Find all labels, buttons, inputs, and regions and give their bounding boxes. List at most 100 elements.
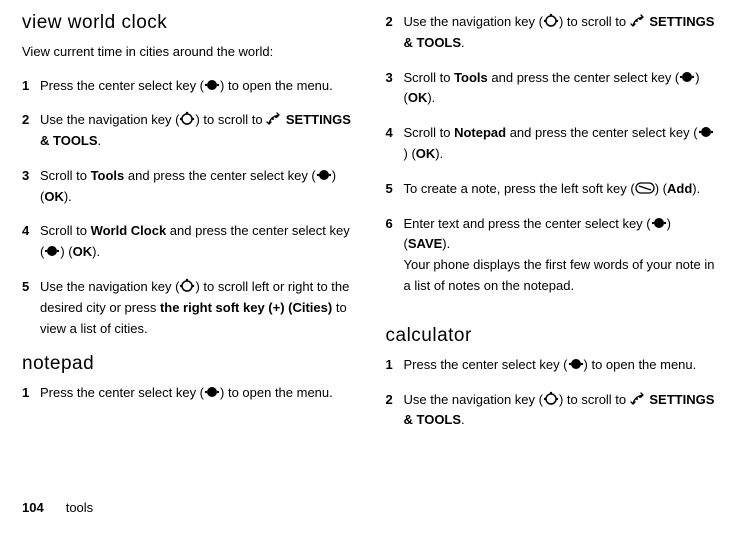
tools-label: Tools [91, 168, 125, 183]
text: ). [692, 181, 700, 196]
step-number: 5 [386, 179, 404, 200]
center-select-key-icon [44, 243, 60, 259]
text: ) to scroll to [559, 392, 630, 407]
step-number: 4 [22, 221, 40, 263]
text: and press the center select key ( [124, 168, 315, 183]
world-clock-step-1: 1 Press the center select key ( ) to open… [22, 76, 354, 97]
text: Press the center select key ( [40, 385, 204, 400]
text: Scroll to [40, 223, 91, 238]
left-soft-key-icon [635, 180, 655, 196]
text: Press the center select key ( [404, 357, 568, 372]
step-number: 3 [22, 166, 40, 208]
ok-label: OK [44, 189, 64, 204]
navigation-key-icon [179, 111, 195, 127]
step-number: 1 [386, 355, 404, 376]
notepad-label: Notepad [454, 125, 506, 140]
step-number: 1 [22, 383, 40, 404]
step-number: 2 [386, 12, 404, 54]
step-number: 2 [386, 390, 404, 432]
text: Use the navigation key ( [40, 279, 179, 294]
notepad-step-5: 5 To create a note, press the left soft … [386, 179, 718, 200]
right-column: 2 Use the navigation key () to scroll to… [386, 12, 718, 500]
step-number: 5 [22, 277, 40, 339]
text: . [461, 412, 465, 427]
ok-label: OK [416, 146, 436, 161]
notepad-step-4: 4 Scroll to Notepad and press the center… [386, 123, 718, 165]
navigation-key-icon [179, 278, 195, 294]
text: To create a note, press the left soft ke… [404, 181, 635, 196]
center-select-key-icon [679, 69, 695, 85]
save-label: SAVE [408, 236, 442, 251]
navigation-key-icon [543, 13, 559, 29]
text: Scroll to [404, 125, 455, 140]
center-select-key-icon [568, 356, 584, 372]
ok-label: OK [408, 90, 428, 105]
text: . [98, 133, 102, 148]
world-clock-step-4: 4 Scroll to World Clock and press the ce… [22, 221, 354, 263]
text: ). [64, 189, 72, 204]
step-body: Press the center select key () to open t… [404, 355, 718, 376]
text: ) to scroll to [195, 112, 266, 127]
calc-step-2: 2 Use the navigation key () to scroll to… [386, 390, 718, 432]
add-label: Add [667, 181, 692, 196]
navigation-key-icon [543, 391, 559, 407]
text: ). [442, 236, 450, 251]
world-clock-step-2: 2 Use the navigation key ( ) to scroll to… [22, 110, 354, 152]
section-label: tools [66, 500, 93, 515]
step-body: Scroll to Tools and press the center sel… [404, 68, 718, 110]
step-body: Scroll to Tools and press the center sel… [40, 166, 354, 208]
center-select-key-icon [204, 384, 220, 400]
page-footer: 104 tools [0, 500, 739, 515]
text: ) to open the menu. [220, 78, 333, 93]
world-clock-step-5: 5 Use the navigation key () to scroll le… [22, 277, 354, 339]
heading-calculator: calculator [386, 325, 718, 347]
center-select-key-icon [698, 124, 714, 140]
step-body: Use the navigation key () to scroll to S… [404, 390, 718, 432]
settings-icon [266, 111, 282, 127]
text: and press the center select key ( [506, 125, 697, 140]
calc-step-1: 1 Press the center select key () to open… [386, 355, 718, 376]
text: ) to open the menu. [220, 385, 333, 400]
step-body: Enter text and press the center select k… [404, 214, 718, 311]
text: Scroll to [404, 70, 455, 85]
center-select-key-icon [204, 77, 220, 93]
right-soft-key-cities-label: the right soft key (+) (Cities) [160, 300, 332, 315]
page-body: view world clock View current time in ci… [0, 0, 739, 500]
text: Scroll to [40, 168, 91, 183]
text: ) to scroll to [559, 14, 630, 29]
tools-label: Tools [454, 70, 488, 85]
center-select-key-icon [316, 167, 332, 183]
world-clock-label: World Clock [91, 223, 167, 238]
step-number: 3 [386, 68, 404, 110]
text: Use the navigation key ( [404, 14, 543, 29]
step-number: 2 [22, 110, 40, 152]
step-number: 6 [386, 214, 404, 311]
text: ). [427, 90, 435, 105]
text: Press the center select key ( [40, 78, 204, 93]
text: . [461, 35, 465, 50]
text: ). [435, 146, 443, 161]
text: and press the center select key ( [488, 70, 679, 85]
step-body: Use the navigation key () to scroll to S… [40, 110, 354, 152]
text: Use the navigation key ( [40, 112, 179, 127]
step-number: 4 [386, 123, 404, 165]
step-body: Use the navigation key () to scroll left… [40, 277, 354, 339]
left-column: view world clock View current time in ci… [22, 12, 354, 500]
step-number: 1 [22, 76, 40, 97]
settings-icon [630, 13, 646, 29]
step-body: To create a note, press the left soft ke… [404, 179, 718, 200]
heading-world-clock: view world clock [22, 12, 354, 34]
notepad-step-3: 3 Scroll to Tools and press the center s… [386, 68, 718, 110]
step-body: Scroll to Notepad and press the center s… [404, 123, 718, 165]
text: Enter text and press the center select k… [404, 216, 651, 231]
settings-icon [630, 391, 646, 407]
notepad-step-6: 6 Enter text and press the center select… [386, 214, 718, 311]
heading-notepad: notepad [22, 353, 354, 375]
step-body: Press the center select key ( ) to open t… [40, 76, 354, 97]
notepad-note: Your phone displays the first few words … [404, 255, 718, 297]
center-select-key-icon [651, 215, 667, 231]
ok-label: OK [73, 244, 93, 259]
page-number: 104 [22, 500, 44, 515]
intro-world-clock: View current time in cities around the w… [22, 42, 354, 62]
text: ). [92, 244, 100, 259]
